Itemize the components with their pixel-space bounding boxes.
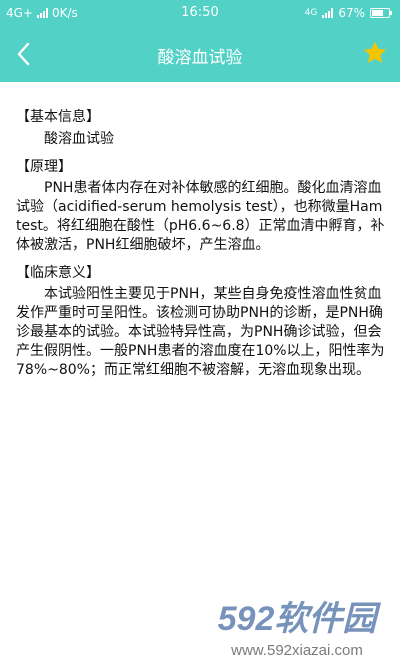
section-principle: 【原理】 PNH患者体内存在对补体敏感的红细胞。酸化血清溶血试验（acidifi…: [16, 158, 386, 255]
section-body: 酸溶血试验: [44, 131, 114, 147]
battery-percent: 67%: [338, 6, 365, 20]
section-clinical-significance: 【临床意义】 本试验阳性主要见于PNH，某些自身免疫性溶血性贫血发作严重时可呈阳…: [16, 264, 386, 380]
section-body: 本试验阳性主要见于PNH，某些自身免疫性溶血性贫血发作严重时可呈阳性。该检测可协…: [16, 286, 385, 378]
site-watermark: 592软件园 www.592xiazai.com: [218, 600, 382, 659]
favorite-button[interactable]: [362, 40, 388, 66]
watermark-brand: 592软件园: [218, 600, 382, 638]
signal-icon-right: [322, 8, 334, 18]
detail-content: 【基本信息】 酸溶血试验 【原理】 PNH患者体内存在对补体敏感的红细胞。酸化血…: [16, 108, 386, 380]
page-title: 酸溶血试验: [157, 48, 243, 68]
section-title: 【基本信息】: [16, 109, 100, 125]
status-right: 4G 67%: [304, 6, 392, 20]
section-title: 【临床意义】: [16, 265, 100, 281]
app-header: 酸溶血试验: [0, 26, 400, 82]
section-title: 【原理】: [16, 159, 72, 175]
section-basic-info: 【基本信息】 酸溶血试验: [16, 108, 386, 149]
status-bar: 4G+ 0K/s 16:50 4G 67%: [0, 0, 400, 26]
network-type-right: 4G: [304, 8, 318, 18]
watermark-url: www.592xiazai.com: [230, 642, 363, 659]
star-icon: [363, 41, 387, 63]
section-body: PNH患者体内存在对补体敏感的红细胞。酸化血清溶血试验（acidified-se…: [16, 180, 385, 253]
battery-icon: [370, 8, 392, 18]
